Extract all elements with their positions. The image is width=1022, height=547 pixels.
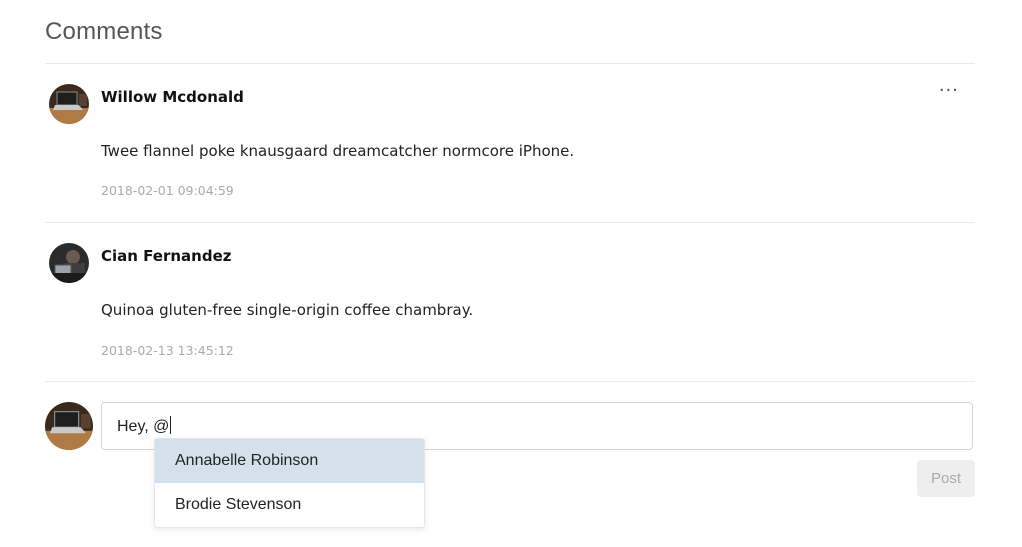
page-title: Comments [45,18,163,45]
comment-author[interactable]: Willow Mcdonald [101,88,244,106]
avatar[interactable] [49,84,89,124]
comment-body: Quinoa gluten-free single-origin coffee … [101,301,474,319]
comment-body: Twee flannel poke knausgaard dreamcatche… [101,142,575,160]
mention-option[interactable]: Annabelle Robinson [155,439,424,483]
more-options-icon[interactable]: ··· [939,80,959,101]
mention-option[interactable]: Brodie Stevenson [155,483,424,527]
comment-author[interactable]: Cian Fernandez [101,247,232,265]
current-user-avatar [45,402,93,450]
comment-input-value: Hey, @ [117,418,170,435]
comment-timestamp: 2018-02-13 13:45:12 [101,343,234,358]
divider [45,222,975,223]
divider [45,63,975,64]
mention-suggestions: Annabelle Robinson Brodie Stevenson [154,438,425,528]
text-caret [170,416,172,434]
post-button[interactable]: Post [917,460,975,497]
comment-timestamp: 2018-02-01 09:04:59 [101,183,234,198]
avatar[interactable] [49,243,89,283]
divider [45,381,975,382]
